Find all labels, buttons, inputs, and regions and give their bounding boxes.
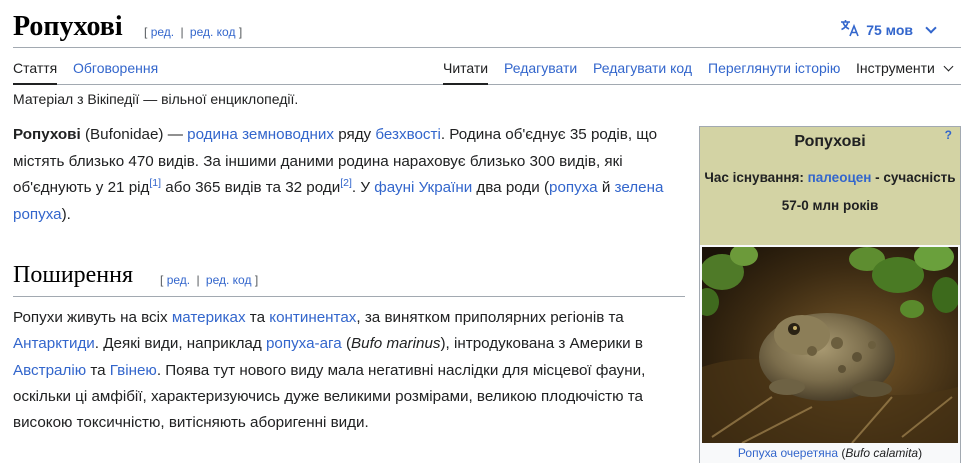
- link-paleocene[interactable]: палеоцен: [808, 170, 872, 185]
- title-bar: Ропухові [ ред. | ред. код ] 75 мов: [13, 10, 961, 48]
- section-edit-link[interactable]: ред.: [167, 273, 190, 287]
- taxobox-title: Ропухові: [794, 133, 866, 150]
- taxobox-header: ? Ропухові Час існування: палеоцен - суч…: [700, 127, 960, 245]
- section-edit-code-link[interactable]: ред. код: [206, 273, 252, 287]
- taxobox: ? Ропухові Час існування: палеоцен - суч…: [699, 126, 961, 463]
- section-heading-distribution: Поширення [ ред. | ред. код ]: [13, 262, 685, 297]
- reference-2[interactable]: [2]: [340, 177, 352, 189]
- link-family[interactable]: родина: [187, 126, 238, 143]
- photo-caption: Ропуха очеретяна (Bufo calamita): [737, 446, 923, 460]
- tab-article[interactable]: Стаття: [13, 60, 58, 85]
- tab-read[interactable]: Читати: [443, 60, 489, 85]
- link-continents-2[interactable]: континентах: [269, 309, 356, 326]
- link-anura[interactable]: безхвості: [375, 126, 440, 143]
- chevron-down-icon: [925, 21, 937, 34]
- tab-history[interactable]: Переглянути історію: [708, 60, 840, 76]
- intro-paragraph: Ропухові (Bufonidae) — родина земноводни…: [13, 126, 664, 223]
- article-subject: Ропухові: [13, 126, 81, 143]
- translate-icon: [840, 19, 860, 40]
- page-title: Ропухові: [13, 11, 123, 42]
- distribution-paragraph: Ропухи живуть на всіх материках та конти…: [13, 309, 646, 432]
- languages-count: 75 мов: [866, 21, 913, 38]
- tab-talk[interactable]: Обговорення: [73, 60, 158, 76]
- page-tabs: Стаття Обговорення Читати Редагувати Ред…: [13, 48, 961, 85]
- link-bufo[interactable]: ропуха: [549, 179, 598, 196]
- title-edit-links: [ ред. | ред. код ]: [144, 25, 243, 39]
- chevron-down-icon: [943, 61, 954, 72]
- link-continents-1[interactable]: материках: [172, 309, 246, 326]
- section-title: Поширення: [13, 262, 134, 288]
- edit-code-link[interactable]: ред. код: [190, 25, 236, 39]
- toad-photo[interactable]: [702, 247, 958, 443]
- link-ukraine[interactable]: України: [419, 179, 473, 196]
- site-tagline: Матеріал з Вікіпедії — вільної енциклопе…: [13, 91, 299, 107]
- tab-edit[interactable]: Редагувати: [504, 60, 577, 76]
- taxobox-time-range: Час існування: палеоцен - сучасність 57-…: [704, 170, 956, 213]
- link-fauna[interactable]: фауні: [374, 179, 414, 196]
- section-edit-links: [ ред. | ред. код ]: [160, 273, 259, 287]
- link-cane-toad[interactable]: ропуха-ага: [266, 335, 342, 352]
- link-antarctica[interactable]: Антарктиди: [13, 335, 95, 352]
- reference-1[interactable]: [1]: [149, 177, 161, 189]
- tab-edit-code[interactable]: Редагувати код: [593, 60, 692, 76]
- link-natterjack-toad[interactable]: Ропуха очеретяна: [738, 446, 838, 460]
- link-australia[interactable]: Австралію: [13, 362, 86, 379]
- edit-link[interactable]: ред.: [151, 25, 174, 39]
- link-amphibians[interactable]: земноводних: [242, 126, 334, 143]
- languages-button[interactable]: 75 мов: [840, 19, 937, 40]
- link-guinea[interactable]: Гвінею: [110, 362, 157, 379]
- tools-dropdown[interactable]: Інструменти: [856, 60, 954, 76]
